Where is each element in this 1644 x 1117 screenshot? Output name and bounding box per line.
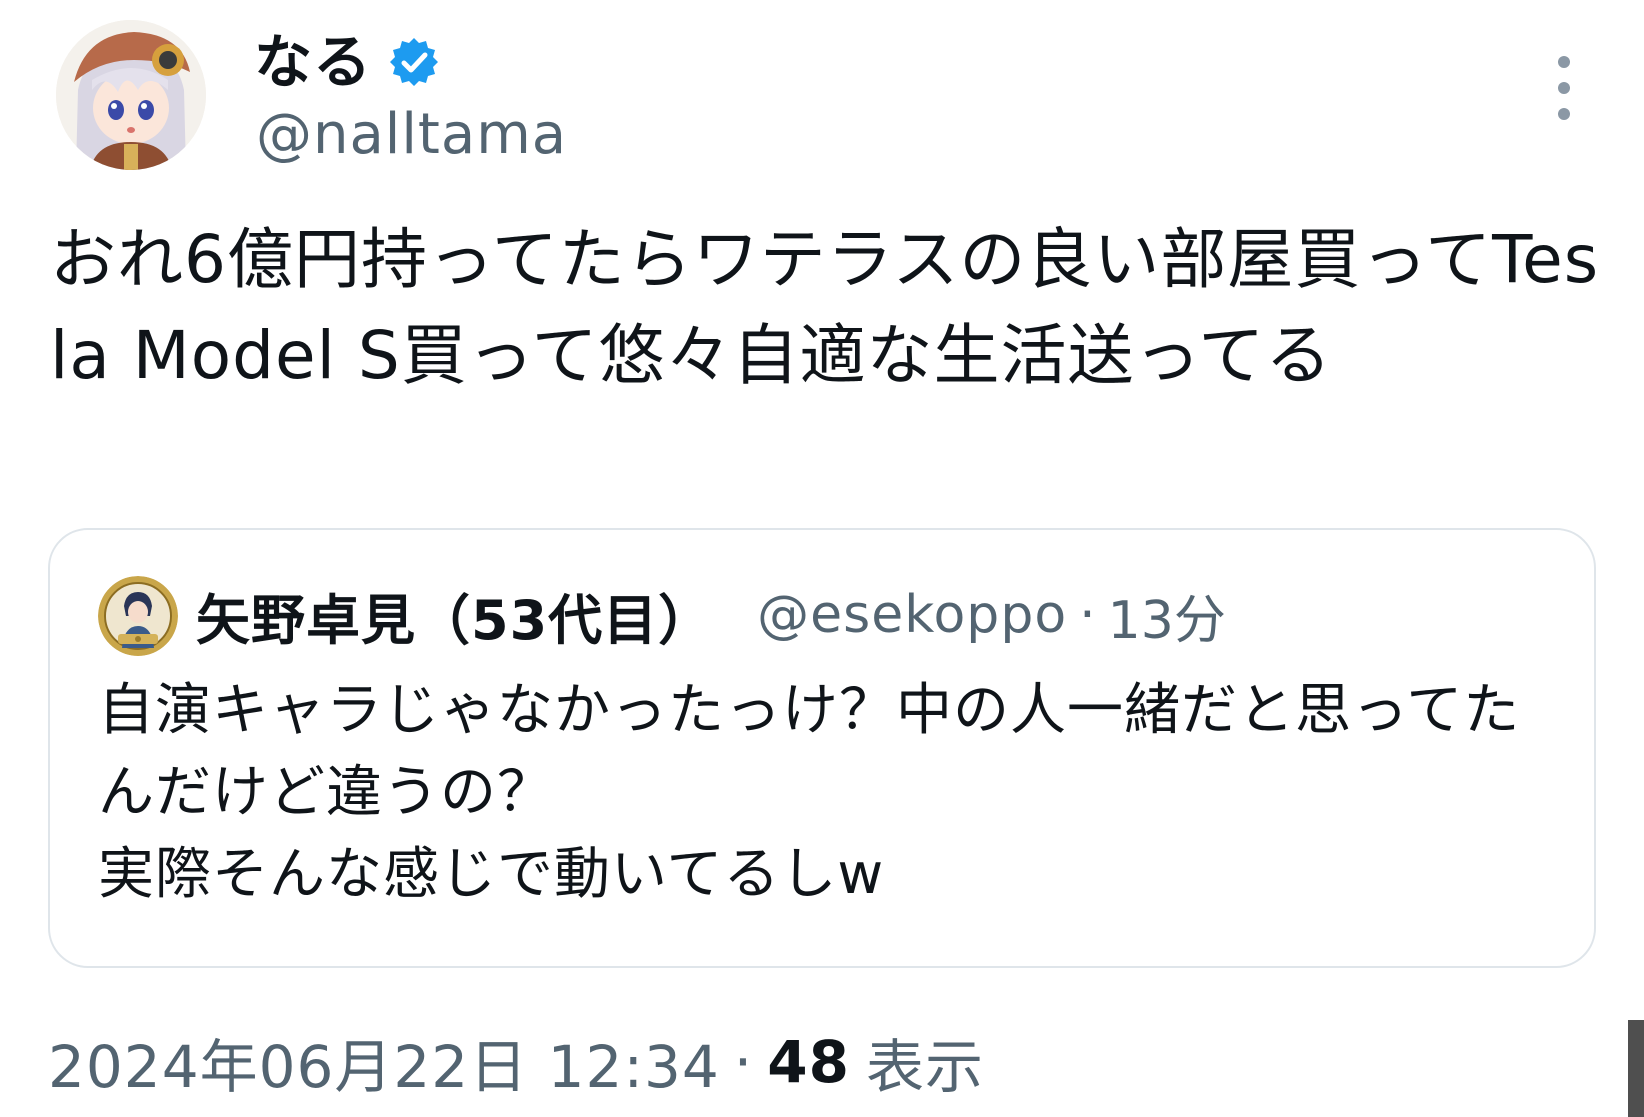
tweet: なる @nalltama おれ6億円持ってたらワテラスの良い部屋買ってTesla… (0, 0, 1644, 1117)
author-handle[interactable]: @nalltama (256, 104, 567, 166)
gold-framed-avatar-icon (98, 576, 178, 656)
quoted-author-name[interactable]: 矢野卓見（53代目） (196, 576, 713, 655)
scrollbar-thumb[interactable] (1628, 1020, 1644, 1117)
meta-separator: · (733, 1028, 754, 1096)
post-meta: 2024年06月22日 12:34 · 48 表示 (48, 1022, 984, 1102)
more-dot (1558, 82, 1570, 94)
view-label: 表示 (865, 1033, 984, 1101)
quoted-author-avatar[interactable] (98, 576, 178, 656)
more-dot (1558, 56, 1570, 68)
anime-girl-avatar-icon (56, 20, 206, 170)
author-avatar[interactable] (56, 20, 206, 170)
post-timestamp[interactable]: 2024年06月22日 12:34 (48, 1020, 720, 1104)
quoted-post-text: 自演キャラじゃなかったっけ？中の人一緒だと思ってたんだけど違うの？ 実際そんな感… (98, 678, 1521, 907)
more-options-icon[interactable] (1544, 56, 1584, 120)
quoted-separator: · (1079, 585, 1096, 645)
quoted-post-time[interactable]: 13分 (1108, 578, 1226, 653)
post-text: おれ6億円持ってたらワテラスの良い部屋買ってTesla Model S買って悠々… (50, 221, 1600, 394)
verified-badge-icon (388, 36, 440, 88)
quoted-post-header: 矢野卓見（53代目） @esekoppo · 13分 (196, 570, 1226, 660)
view-count: 48 (767, 1028, 850, 1096)
quoted-author-handle[interactable]: @esekoppo (757, 585, 1067, 645)
author-display-name[interactable]: なる (254, 33, 372, 91)
author-name-row[interactable]: なる (254, 22, 440, 102)
more-dot (1558, 108, 1570, 120)
quoted-post-card[interactable]: 矢野卓見（53代目） @esekoppo · 13分 自演キャラじゃなかったっけ… (48, 528, 1596, 968)
